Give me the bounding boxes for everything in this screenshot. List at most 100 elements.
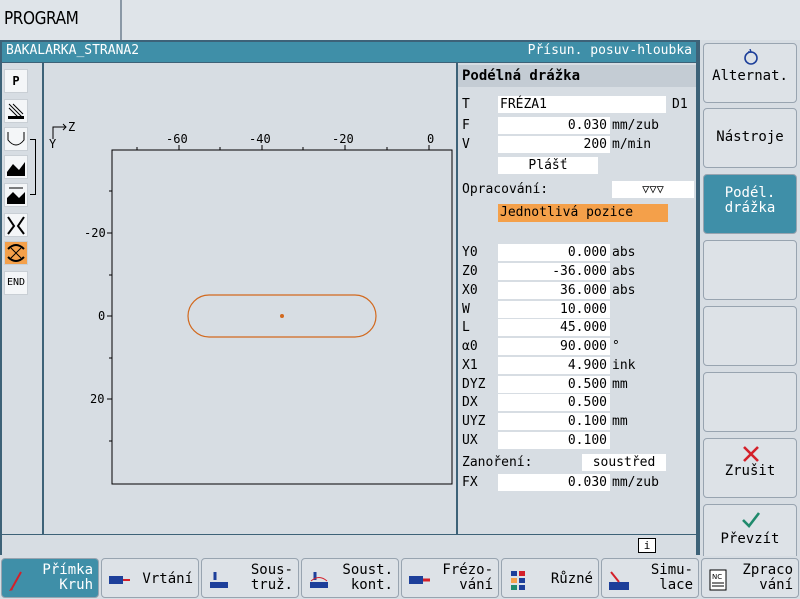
nc-program-icon: NC	[709, 569, 727, 591]
param-field[interactable]: 10.000	[498, 301, 610, 318]
empty-softkey[interactable]	[703, 240, 797, 300]
tools-button[interactable]: Nástroje	[703, 108, 797, 168]
param-row: UX 0.100	[462, 432, 694, 449]
contour-turning-button[interactable]: Soust. kont.	[301, 558, 399, 598]
param-row: L 45.000	[462, 319, 694, 336]
param-label: α0	[462, 339, 478, 354]
empty-softkey[interactable]	[703, 372, 797, 432]
param-field[interactable]: 0.100	[498, 432, 610, 449]
graphics-canvas: Z Y -60 -40 -20 0 -20 0 20	[49, 120, 453, 485]
area-box: PROGRAM	[0, 0, 122, 40]
simulation-button[interactable]: Simu-lace	[601, 558, 699, 598]
param-field[interactable]: 0.500	[498, 376, 610, 393]
program-p-icon[interactable]: P	[4, 69, 28, 93]
param-label: UYZ	[462, 414, 486, 429]
tools-label: Nástroje	[716, 129, 784, 145]
plunge-label: Zanoření:	[462, 455, 533, 470]
misc-button[interactable]: Různé	[501, 558, 599, 598]
plunge-toggle[interactable]: soustřed	[582, 454, 666, 471]
position-mode-toggle[interactable]: Jednotlivá pozice	[498, 204, 668, 222]
machining-toggle[interactable]: ▽▽▽	[612, 181, 694, 198]
param-row: Y0 0.000 abs	[462, 244, 694, 261]
param-label: Z0	[462, 264, 478, 279]
slot-label-2: drážka	[724, 200, 776, 216]
axis-label-h: Z	[68, 120, 75, 134]
surface-toggle[interactable]: Plášť	[498, 157, 598, 174]
tick-top: -20	[332, 132, 354, 146]
softkey-label: Sous-truž.	[250, 562, 293, 593]
speed-field[interactable]: 200	[498, 136, 610, 153]
feed-row: F 0.030 mm/zub	[462, 117, 694, 134]
surface-row: Plášť	[462, 157, 694, 174]
softkey-label: Simu-lace	[650, 562, 693, 593]
turning-icon	[210, 572, 228, 588]
param-field[interactable]: 90.000	[498, 338, 610, 355]
line-circle-button[interactable]: Přímka Kruh	[1, 558, 99, 598]
param-unit[interactable]: abs	[612, 283, 635, 298]
execute-button[interactable]: NC Zpraco vání	[701, 558, 799, 598]
param-row: UYZ 0.100 mm	[462, 413, 694, 430]
checkmark-icon	[742, 512, 761, 528]
param-label: DX	[462, 395, 478, 410]
param-label: UX	[462, 433, 478, 448]
param-label: W	[462, 302, 470, 317]
softkey-label: Zpraco vání	[742, 562, 793, 593]
milling-button[interactable]: Frézo-vání	[401, 558, 499, 598]
param-unit[interactable]: mm	[612, 377, 628, 392]
param-field[interactable]: 4.900	[498, 357, 610, 374]
fx-label: FX	[462, 475, 478, 490]
program-name: BAKALARKA_STRANA2	[6, 43, 140, 58]
accept-button[interactable]: Převzít	[703, 504, 797, 564]
svg-text:NC: NC	[712, 573, 722, 581]
face-milling-icon[interactable]	[4, 99, 28, 123]
alternat-button[interactable]: Alternat.	[703, 43, 797, 103]
param-field[interactable]: 45.000	[498, 319, 610, 336]
param-unit[interactable]: ink	[612, 358, 635, 373]
cross-icon	[743, 446, 759, 462]
drilling-button[interactable]: Vrtání	[101, 558, 199, 598]
vertical-softkeys: Alternat. Nástroje Podél. drážka Zrušit …	[700, 40, 800, 564]
feed-unit[interactable]: mm/zub	[612, 118, 659, 133]
param-label: X1	[462, 358, 478, 373]
tool-d-number: D1	[672, 97, 688, 112]
fx-field[interactable]: 0.030	[498, 474, 610, 491]
speed-unit[interactable]: m/min	[612, 137, 651, 152]
cancel-button[interactable]: Zrušit	[703, 438, 797, 498]
param-field[interactable]: -36.000	[498, 263, 610, 280]
empty-softkey[interactable]	[703, 306, 797, 366]
cancel-label: Zrušit	[724, 463, 776, 479]
end-icon[interactable]: END	[4, 271, 28, 295]
longitudinal-slot-icon[interactable]	[4, 241, 28, 265]
pocket-icon[interactable]	[4, 155, 28, 179]
param-label: X0	[462, 283, 478, 298]
fx-unit[interactable]: mm/zub	[612, 475, 659, 490]
cycle-arrows-icon	[744, 49, 758, 65]
groove-icon[interactable]	[4, 127, 28, 151]
param-unit[interactable]: mm	[612, 414, 628, 429]
param-field[interactable]: 0.000	[498, 244, 610, 261]
param-field[interactable]: 0.100	[498, 413, 610, 430]
misc-icon	[511, 571, 525, 590]
fx-row: FX 0.030 mm/zub	[462, 474, 694, 491]
machining-row: Opracování: ▽▽▽	[462, 181, 694, 198]
param-row: X1 4.900 ink	[462, 357, 694, 374]
param-unit[interactable]: abs	[612, 264, 635, 279]
longitudinal-slot-button[interactable]: Podél. drážka	[703, 174, 797, 234]
feed-field[interactable]: 0.030	[498, 117, 610, 134]
milling-icon	[409, 576, 430, 584]
param-unit: °	[612, 339, 620, 354]
param-field[interactable]: 0.500	[498, 394, 610, 411]
param-row: DYZ 0.500 mm	[462, 376, 694, 393]
parameter-header: Podélná drážka	[458, 65, 696, 87]
param-field[interactable]: 36.000	[498, 282, 610, 299]
param-unit[interactable]: abs	[612, 245, 635, 260]
turning-button[interactable]: Sous-truž.	[201, 558, 299, 598]
param-label: L	[462, 320, 470, 335]
speed-label: V	[462, 137, 470, 152]
slot-icon[interactable]	[4, 213, 28, 237]
spigot-icon[interactable]	[4, 183, 28, 207]
info-icon[interactable]: i	[638, 538, 656, 553]
graphics-view: Z Y -60 -40 -20 0 -20 0 20	[44, 63, 456, 534]
tick-left: 0	[98, 309, 105, 323]
tool-field[interactable]: FRÉZA1	[498, 96, 666, 113]
